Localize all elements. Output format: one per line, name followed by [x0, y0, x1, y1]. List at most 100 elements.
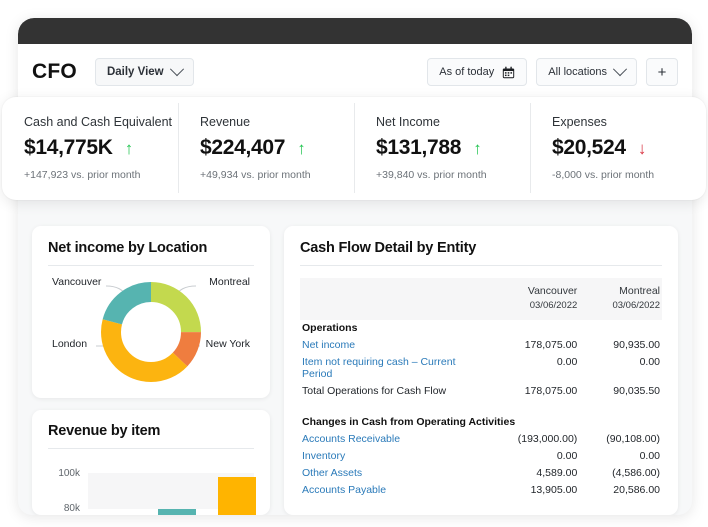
bar-item-2	[158, 509, 196, 515]
left-column: Net income by Location Vancouver Montrea…	[32, 226, 270, 515]
chevron-down-icon	[170, 62, 184, 76]
table-panel-title: Cash Flow Detail by Entity	[300, 240, 662, 256]
bar-item-3	[218, 477, 256, 515]
toolbar-right-group: As of today All loca	[427, 58, 678, 86]
donut-panel-title: Net income by Location	[48, 240, 254, 256]
row-value-montreal: 0.00	[579, 448, 662, 465]
kpi-value-row: $131,788 ↑	[376, 136, 530, 160]
column-date: 03/06/2022	[530, 300, 578, 311]
trend-up-icon: ↑	[125, 140, 134, 157]
kpi-summary-card: Cash and Cash Equivalent $14,775K ↑ +147…	[2, 97, 706, 200]
date-filter-button[interactable]: As of today	[427, 58, 527, 86]
kpi-value: $224,407	[200, 136, 285, 160]
kpi-value-row: $224,407 ↑	[200, 136, 354, 160]
kpi-label: Cash and Cash Equivalent	[24, 115, 178, 129]
view-select-dropdown[interactable]: Daily View	[95, 58, 194, 86]
kpi-label: Expenses	[552, 115, 706, 129]
table-header-montreal: Montreal 03/06/2022	[579, 278, 662, 320]
row-value-montreal: 90,935.00	[579, 337, 662, 354]
row-value-vancouver: 178,075.00	[488, 337, 579, 354]
panel-divider	[48, 265, 254, 266]
row-value-vancouver: 13,905.00	[488, 482, 579, 499]
add-button[interactable]: +	[646, 58, 678, 86]
table-spacer-row	[300, 400, 662, 414]
row-label[interactable]: Inventory	[300, 448, 488, 465]
table-row: Total Operations for Cash Flow 178,075.0…	[300, 383, 662, 400]
revenue-bar-chart: 100k 80k	[48, 459, 254, 515]
row-value-vancouver: 178,075.00	[488, 383, 579, 400]
kpi-revenue: Revenue $224,407 ↑ +49,934 vs. prior mon…	[178, 97, 354, 200]
view-select-label: Daily View	[107, 66, 164, 78]
app-window: CFO Daily View As of today	[18, 18, 692, 515]
date-filter-label: As of today	[439, 66, 494, 78]
kpi-value-row: $14,775K ↑	[24, 136, 178, 160]
kpi-delta: +147,923 vs. prior month	[24, 169, 178, 181]
table-section-heading-row: Operations	[300, 320, 662, 337]
table-header: Vancouver 03/06/2022 Montreal 03/06/2022	[300, 278, 662, 320]
page-title: CFO	[32, 60, 77, 84]
revenue-by-item-panel: Revenue by item 100k 80k	[32, 410, 270, 515]
kpi-expenses: Expenses $20,524 ↓ -8,000 vs. prior mont…	[530, 97, 706, 200]
calendar-icon	[502, 66, 515, 79]
row-label[interactable]: Accounts Receivable	[300, 431, 488, 448]
kpi-value-row: $20,524 ↓	[552, 136, 706, 160]
donut-svg	[48, 270, 254, 388]
window-chrome-bar	[18, 18, 692, 44]
kpi-value: $20,524	[552, 136, 626, 160]
table-row: Accounts Payable 13,905.00 20,586.00	[300, 482, 662, 499]
column-name: Vancouver	[528, 285, 577, 297]
section-heading: Operations	[300, 320, 662, 337]
cash-flow-detail-panel: Cash Flow Detail by Entity Vancouver 03/…	[284, 226, 678, 515]
row-value-montreal: 90,035.50	[579, 383, 662, 400]
row-label: Total Operations for Cash Flow	[300, 383, 488, 400]
chevron-down-icon	[613, 62, 627, 76]
kpi-cash-and-cash-equivalent: Cash and Cash Equivalent $14,775K ↑ +147…	[2, 97, 178, 200]
kpi-value: $14,775K	[24, 136, 113, 160]
cash-flow-table: Vancouver 03/06/2022 Montreal 03/06/2022	[300, 278, 662, 499]
row-label[interactable]: Other Assets	[300, 465, 488, 482]
kpi-label: Revenue	[200, 115, 354, 129]
table-row: Other Assets 4,589.00 (4,586.00)	[300, 465, 662, 482]
kpi-value: $131,788	[376, 136, 461, 160]
donut-chart: Vancouver Montreal New York London	[48, 270, 254, 388]
revenue-panel-title: Revenue by item	[48, 423, 254, 439]
trend-up-icon: ↑	[297, 140, 306, 157]
kpi-delta: +49,934 vs. prior month	[200, 169, 354, 181]
table-row: Inventory 0.00 0.00	[300, 448, 662, 465]
trend-up-icon: ↑	[473, 140, 482, 157]
row-value-montreal: (4,586.00)	[579, 465, 662, 482]
column-date: 03/06/2022	[612, 300, 660, 311]
row-label[interactable]: Accounts Payable	[300, 482, 488, 499]
table-header-row: Vancouver 03/06/2022 Montreal 03/06/2022	[300, 278, 662, 320]
row-label[interactable]: Net income	[300, 337, 488, 354]
row-value-vancouver: (193,000.00)	[488, 431, 579, 448]
row-value-vancouver: 4,589.00	[488, 465, 579, 482]
row-value-montreal: (90,108.00)	[579, 431, 662, 448]
panel-divider	[300, 265, 662, 266]
y-tick-80k: 80k	[48, 503, 80, 514]
table-row: Item not requiring cash – Current Period…	[300, 354, 662, 383]
table-row: Accounts Receivable (193,000.00) (90,108…	[300, 431, 662, 448]
kpi-delta: +39,840 vs. prior month	[376, 169, 530, 181]
location-filter-dropdown[interactable]: All locations	[536, 58, 637, 86]
row-value-montreal: 0.00	[579, 354, 662, 383]
app-toolbar: CFO Daily View As of today	[18, 44, 692, 100]
row-value-vancouver: 0.00	[488, 448, 579, 465]
donut-segments	[111, 292, 191, 372]
trend-down-icon: ↓	[638, 140, 647, 157]
panel-divider	[48, 448, 254, 449]
row-value-montreal: 20,586.00	[579, 482, 662, 499]
kpi-net-income: Net Income $131,788 ↑ +39,840 vs. prior …	[354, 97, 530, 200]
row-label[interactable]: Item not requiring cash – Current Period	[300, 354, 488, 383]
row-value-vancouver: 0.00	[488, 354, 579, 383]
column-name: Montreal	[619, 285, 660, 297]
location-filter-label: All locations	[548, 66, 607, 78]
dashboard-body: Net income by Location Vancouver Montrea…	[18, 218, 692, 515]
net-income-by-location-panel: Net income by Location Vancouver Montrea…	[32, 226, 270, 398]
kpi-label: Net Income	[376, 115, 530, 129]
table-section-heading-row: Changes in Cash from Operating Activitie…	[300, 414, 662, 431]
table-row: Net income 178,075.00 90,935.00	[300, 337, 662, 354]
kpi-delta: -8,000 vs. prior month	[552, 169, 706, 181]
right-column: Cash Flow Detail by Entity Vancouver 03/…	[284, 226, 678, 515]
section-heading: Changes in Cash from Operating Activitie…	[300, 414, 662, 431]
